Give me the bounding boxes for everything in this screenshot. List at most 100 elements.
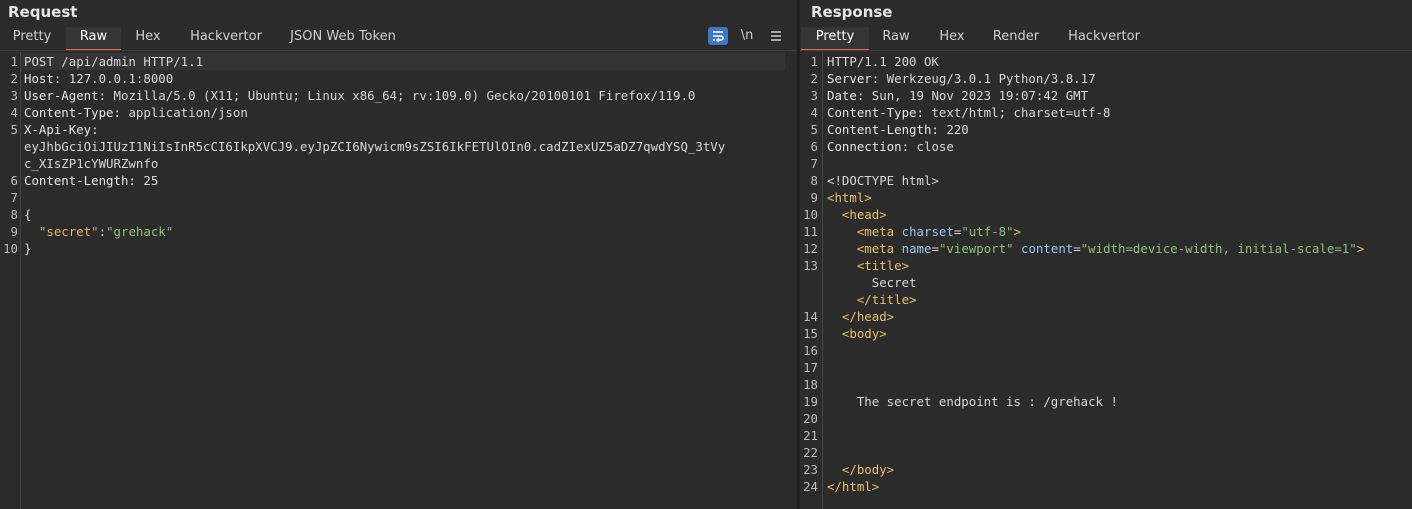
response-code-line: <meta charset="utf-8"> bbox=[856, 224, 1021, 239]
line-number: 9 bbox=[810, 190, 818, 205]
request-code-line: Host: 127.0.0.1:8000 bbox=[24, 70, 173, 87]
json-key: "secret" bbox=[38, 224, 99, 239]
response-code-line: Date: Sun, 19 Nov 2023 19:07:42 GMT bbox=[827, 87, 1088, 104]
header-value: close bbox=[909, 139, 954, 154]
response-pane: Response Pretty Raw Hex Render Hackverto… bbox=[800, 0, 1412, 509]
header-value: application/json bbox=[120, 105, 248, 120]
header-value: 220 bbox=[938, 122, 969, 137]
request-code-line: Content-Length: 25 bbox=[24, 172, 158, 189]
response-code-line: <!DOCTYPE html> bbox=[827, 173, 939, 188]
request-code-line: } bbox=[24, 241, 32, 256]
request-code-line: { bbox=[24, 207, 32, 222]
response-code-line: Content-Type: text/html; charset=utf-8 bbox=[827, 104, 1110, 121]
header-value: 25 bbox=[135, 173, 159, 188]
line-number: 23 bbox=[803, 462, 818, 477]
line-number: 6 bbox=[10, 173, 18, 188]
header-name: User-Agent: bbox=[24, 88, 107, 103]
header-value: Sun, 19 Nov 2023 19:07:42 GMT bbox=[864, 88, 1089, 103]
response-code-line: Content-Length: 220 bbox=[827, 121, 969, 138]
header-name: Content-Length: bbox=[24, 173, 136, 188]
tab-response-hackvertor[interactable]: Hackvertor bbox=[1060, 27, 1148, 49]
tab-request-json-web-token[interactable]: JSON Web Token bbox=[282, 27, 404, 49]
header-name: Server: bbox=[827, 71, 880, 86]
header-name: Content-Length: bbox=[827, 122, 939, 137]
tab-response-pretty[interactable]: Pretty bbox=[801, 27, 869, 51]
header-value: Werkzeug/3.0.1 Python/3.8.17 bbox=[879, 71, 1096, 86]
tab-response-hex[interactable]: Hex bbox=[930, 27, 974, 49]
header-name: X-Api-Key: bbox=[24, 122, 99, 137]
line-number: 5 bbox=[10, 122, 18, 137]
tab-response-render[interactable]: Render bbox=[986, 27, 1046, 49]
response-title: Response bbox=[811, 3, 893, 21]
response-code-line: <title> bbox=[856, 258, 910, 273]
header-value: text/html; charset=utf-8 bbox=[923, 105, 1111, 120]
line-number: 7 bbox=[810, 156, 818, 171]
hamburger-menu-icon[interactable] bbox=[766, 27, 786, 45]
line-number: 9 bbox=[10, 224, 18, 239]
header-value: 127.0.0.1:8000 bbox=[61, 71, 174, 86]
newline-toggle-button[interactable]: \n bbox=[736, 27, 758, 45]
response-code-line: </html> bbox=[827, 479, 880, 494]
json-value: "grehack" bbox=[106, 224, 174, 239]
response-code-line: HTTP/1.1 200 OK bbox=[827, 54, 939, 69]
request-editor[interactable]: 1 POST /api/admin HTTP/1.1 2 Host: 127.0.0.… bbox=[0, 53, 797, 509]
response-code-line: <body> bbox=[841, 326, 887, 341]
response-code-line: Server: Werkzeug/3.0.1 Python/3.8.17 bbox=[827, 70, 1096, 87]
line-number: 8 bbox=[10, 207, 18, 222]
request-title: Request bbox=[8, 3, 78, 21]
line-number: 5 bbox=[810, 122, 818, 137]
line-number: 20 bbox=[803, 411, 818, 426]
line-number: 1 bbox=[10, 54, 18, 69]
header-name: Content-Type: bbox=[24, 105, 121, 120]
line-number: 18 bbox=[803, 377, 818, 392]
wrap-lines-icon[interactable] bbox=[708, 27, 728, 45]
response-code-line: <meta name="viewport" content="width=dev… bbox=[856, 241, 1365, 256]
response-code-line: </body> bbox=[841, 462, 895, 477]
request-code-line: c_XIsZP1cYWURZwnfo bbox=[24, 156, 159, 171]
line-number: 17 bbox=[803, 360, 818, 375]
request-code-line: "secret":"grehack" bbox=[38, 224, 174, 239]
line-number: 3 bbox=[810, 88, 818, 103]
line-number: 19 bbox=[803, 394, 818, 409]
header-name: Connection: bbox=[827, 139, 910, 154]
line-number: 14 bbox=[803, 309, 818, 324]
response-code-line: <html> bbox=[827, 190, 872, 205]
line-number: 13 bbox=[803, 258, 818, 273]
line-number: 16 bbox=[803, 343, 818, 358]
line-number: 1 bbox=[810, 54, 818, 69]
line-number: 2 bbox=[810, 71, 818, 86]
line-number: 3 bbox=[10, 88, 18, 103]
tab-request-raw[interactable]: Raw bbox=[66, 27, 121, 51]
line-number: 10 bbox=[803, 207, 818, 222]
line-number: 4 bbox=[10, 105, 18, 120]
tab-request-hex[interactable]: Hex bbox=[126, 27, 170, 49]
request-tabs: Pretty Raw Hex Hackvertor JSON Web Token bbox=[0, 27, 797, 51]
response-tabs: Pretty Raw Hex Render Hackvertor bbox=[800, 27, 1412, 51]
header-value: Mozilla/5.0 (X11; Ubuntu; Linux x86_64; … bbox=[106, 88, 696, 103]
response-code-line: Connection: close bbox=[827, 138, 954, 155]
header-name: Date: bbox=[827, 88, 865, 103]
line-number: 6 bbox=[810, 139, 818, 154]
response-code-line: Secret bbox=[827, 275, 917, 290]
request-code-line: POST /api/admin HTTP/1.1 bbox=[24, 54, 204, 69]
line-number: 4 bbox=[810, 105, 818, 120]
line-number: 22 bbox=[803, 445, 818, 460]
line-number: 12 bbox=[803, 241, 818, 256]
header-name: Content-Type: bbox=[827, 105, 924, 120]
line-number: 24 bbox=[803, 479, 818, 494]
request-code-line: eyJhbGciOiJIUzI1NiIsInR5cCI6IkpXVCJ9.eyJ… bbox=[24, 139, 726, 154]
response-code-line: The secret endpoint is : /grehack ! bbox=[827, 394, 1118, 409]
response-editor[interactable]: 1 HTTP/1.1 200 OK 2 Server: Werkzeug/3.0.1 … bbox=[800, 53, 1412, 509]
response-code-line: </title> bbox=[856, 292, 917, 307]
request-code-line: User-Agent: Mozilla/5.0 (X11; Ubuntu; Li… bbox=[24, 87, 695, 104]
response-code-line: <head> bbox=[841, 207, 887, 222]
header-name: Host: bbox=[24, 71, 62, 86]
tab-request-hackvertor[interactable]: Hackvertor bbox=[178, 27, 274, 49]
request-code-line: Content-Type: application/json bbox=[24, 104, 248, 121]
line-number: 8 bbox=[810, 173, 818, 188]
tab-request-pretty[interactable]: Pretty bbox=[4, 27, 60, 49]
tab-response-raw[interactable]: Raw bbox=[874, 27, 918, 49]
line-number: 15 bbox=[803, 326, 818, 341]
request-pane: Request Pretty Raw Hex Hackvertor JSON W… bbox=[0, 0, 797, 509]
line-number: 11 bbox=[803, 224, 818, 239]
